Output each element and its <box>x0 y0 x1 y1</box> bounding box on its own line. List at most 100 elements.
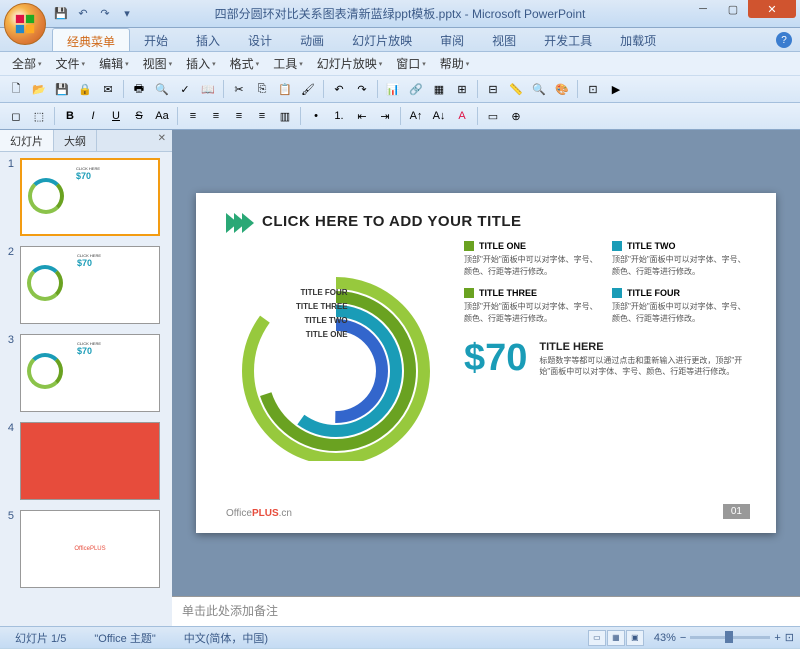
slide-thumb-3[interactable]: 3 CLICK HERE$70 <box>4 334 168 412</box>
menu-window[interactable]: 窗口▾ <box>390 53 432 74</box>
zoom-fit-icon[interactable]: ⊡ <box>785 631 794 644</box>
open-icon[interactable]: 📂 <box>29 79 49 99</box>
strikethrough-icon[interactable]: S <box>129 106 149 126</box>
slide-thumb-2[interactable]: 2 CLICK HERE$70 <box>4 246 168 324</box>
slide-thumb-5[interactable]: 5 OfficePLUS <box>4 510 168 588</box>
bullets-icon[interactable]: • <box>306 106 326 126</box>
preview-icon[interactable]: 🔍 <box>152 79 172 99</box>
zoom-out-icon[interactable]: − <box>680 632 686 644</box>
view-sorter-icon[interactable]: ▦ <box>607 630 625 646</box>
tab-slideshow[interactable]: 幻灯片放映 <box>338 28 426 51</box>
quad-4[interactable]: TITLE FOUR 顶部"开始"面板中可以对字体、字号、颜色、行距等进行修改。 <box>612 288 746 325</box>
price-title[interactable]: TITLE HERE <box>539 341 746 353</box>
bold-icon[interactable]: B <box>60 106 80 126</box>
table-icon[interactable]: ▦ <box>429 79 449 99</box>
format-painter-icon[interactable]: 🖌 <box>298 79 318 99</box>
italic-icon[interactable]: I <box>83 106 103 126</box>
numbering-icon[interactable]: 1. <box>329 106 349 126</box>
indent-inc-icon[interactable]: ⇥ <box>375 106 395 126</box>
slide-thumb-1[interactable]: 1 CLICK HERE$70 <box>4 158 168 236</box>
columns-icon[interactable]: ▥ <box>275 106 295 126</box>
research-icon[interactable]: 📖 <box>198 79 218 99</box>
macro-icon[interactable]: ▶ <box>606 79 626 99</box>
tab-addins[interactable]: 加载项 <box>606 28 670 51</box>
slide-canvas[interactable]: CLICK HERE TO ADD YOUR TITLE TITLE FOUR … <box>172 130 800 596</box>
menu-slideshow[interactable]: 幻灯片放映▾ <box>311 53 389 74</box>
spellcheck-icon[interactable]: ✓ <box>175 79 195 99</box>
tab-classic-menu[interactable]: 经典菜单 <box>52 28 130 51</box>
status-language[interactable]: 中文(简体，中国) <box>175 627 277 649</box>
align-center-icon[interactable]: ≡ <box>206 106 226 126</box>
save-icon[interactable]: 💾 <box>52 5 70 23</box>
zoom-slider[interactable] <box>690 636 770 639</box>
redo-icon[interactable]: ↷ <box>352 79 372 99</box>
tab-insert[interactable]: 插入 <box>182 28 234 51</box>
menu-edit[interactable]: 编辑▾ <box>93 53 135 74</box>
zoom-icon[interactable]: 🔍 <box>529 79 549 99</box>
font-color-icon[interactable]: A <box>452 106 472 126</box>
paste-icon[interactable]: 📋 <box>275 79 295 99</box>
font-size-inc-icon[interactable]: A↑ <box>406 106 426 126</box>
justify-icon[interactable]: ≡ <box>252 106 272 126</box>
view-slideshow-icon[interactable]: ▣ <box>626 630 644 646</box>
redo-icon[interactable]: ↷ <box>96 5 114 23</box>
minimize-button[interactable]: ─ <box>688 0 718 18</box>
undo-icon[interactable]: ↶ <box>74 5 92 23</box>
new-icon[interactable]: 🗋 <box>6 79 26 99</box>
tab-design[interactable]: 设计 <box>234 28 286 51</box>
align-right-icon[interactable]: ≡ <box>229 106 249 126</box>
menu-format[interactable]: 格式▾ <box>224 53 266 74</box>
view-normal-icon[interactable]: ▭ <box>588 630 606 646</box>
shadow-icon[interactable]: Aa <box>152 106 172 126</box>
permission-icon[interactable]: 🔒 <box>75 79 95 99</box>
tab-home[interactable]: 开始 <box>130 28 182 51</box>
copy-icon[interactable]: ⎘ <box>252 79 272 99</box>
thumb-tab-slides[interactable]: 幻灯片 <box>0 130 54 151</box>
grid-icon[interactable]: ⊟ <box>483 79 503 99</box>
close-button[interactable]: ✕ <box>748 0 796 18</box>
save-icon[interactable]: 💾 <box>52 79 72 99</box>
office-button[interactable] <box>4 3 46 45</box>
thumb-panel-close-icon[interactable]: ✕ <box>152 130 172 151</box>
maximize-button[interactable]: ▢ <box>718 0 748 18</box>
menu-view[interactable]: 视图▾ <box>137 53 179 74</box>
slide-thumb-4[interactable]: 4 <box>4 422 168 500</box>
tab-animations[interactable]: 动画 <box>286 28 338 51</box>
indent-dec-icon[interactable]: ⇤ <box>352 106 372 126</box>
quad-3[interactable]: TITLE THREE 顶部"开始"面板中可以对字体、字号、颜色、行距等进行修改… <box>464 288 598 325</box>
menu-tools[interactable]: 工具▾ <box>267 53 309 74</box>
help-icon[interactable]: ? <box>776 32 792 48</box>
layout-icon[interactable]: ▭ <box>483 106 503 126</box>
tab-view[interactable]: 视图 <box>478 28 530 51</box>
notes-pane[interactable]: 单击此处添加备注 <box>172 596 800 626</box>
price-desc[interactable]: 标题数字等都可以通过点击和重新输入进行更改，顶部"开始"面板中可以对字体、字号、… <box>539 355 746 377</box>
align-left-icon[interactable]: ≡ <box>183 106 203 126</box>
menu-file[interactable]: 文件▾ <box>50 53 92 74</box>
price-value[interactable]: $70 <box>464 337 527 380</box>
font-size-dec-icon[interactable]: A↓ <box>429 106 449 126</box>
ring-chart[interactable]: TITLE FOUR TITLE THREE TITLE TWO TITLE O… <box>226 241 446 461</box>
quad-1[interactable]: TITLE ONE 顶部"开始"面板中可以对字体、字号、颜色、行距等进行修改。 <box>464 241 598 278</box>
color-icon[interactable]: 🎨 <box>552 79 572 99</box>
tab-developer[interactable]: 开发工具 <box>530 28 606 51</box>
menu-insert[interactable]: 插入▾ <box>180 53 222 74</box>
tables-icon[interactable]: ⊞ <box>452 79 472 99</box>
shapes-icon[interactable]: ◻ <box>6 106 26 126</box>
mail-icon[interactable]: ✉ <box>98 79 118 99</box>
arrange-icon[interactable]: ⬚ <box>29 106 49 126</box>
menu-help[interactable]: 帮助▾ <box>434 53 476 74</box>
chart-icon[interactable]: 📊 <box>383 79 403 99</box>
underline-icon[interactable]: U <box>106 106 126 126</box>
ruler-icon[interactable]: 📏 <box>506 79 526 99</box>
quad-2[interactable]: TITLE TWO 顶部"开始"面板中可以对字体、字号、颜色、行距等进行修改。 <box>612 241 746 278</box>
new-slide-icon[interactable]: ⊕ <box>506 106 526 126</box>
zoom-value[interactable]: 43% <box>654 632 676 644</box>
window-icon[interactable]: ⊡ <box>583 79 603 99</box>
slide-title[interactable]: CLICK HERE TO ADD YOUR TITLE <box>262 213 522 230</box>
cut-icon[interactable]: ✂ <box>229 79 249 99</box>
hyperlink-icon[interactable]: 🔗 <box>406 79 426 99</box>
menu-all[interactable]: 全部▾ <box>6 53 48 74</box>
thumb-tab-outline[interactable]: 大纲 <box>54 130 97 151</box>
zoom-in-icon[interactable]: + <box>774 632 780 644</box>
print-icon[interactable]: 🖶 <box>129 79 149 99</box>
